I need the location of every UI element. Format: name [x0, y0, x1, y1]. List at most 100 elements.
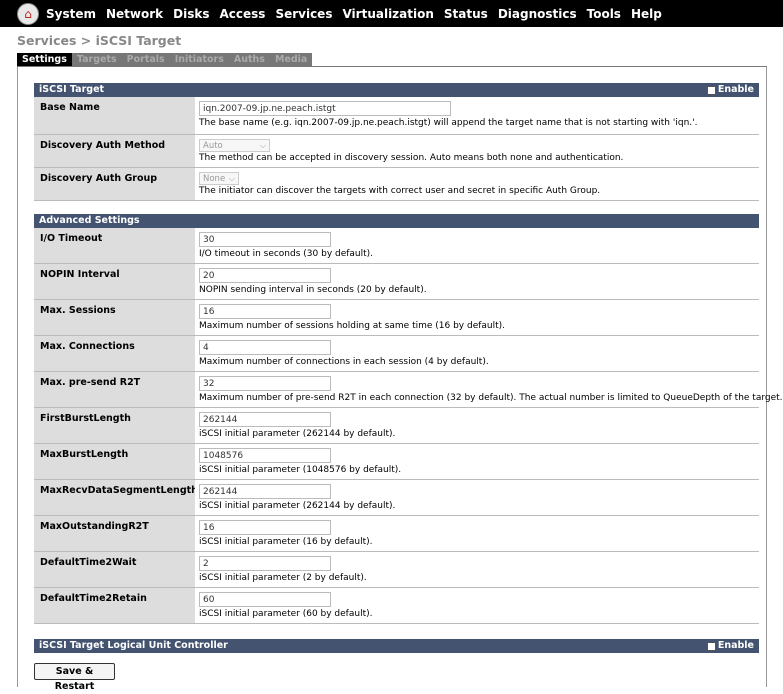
field-description: iSCSI initial parameter (2 by default).: [199, 573, 367, 583]
discovery-auth-group-select[interactable]: None ⌵: [199, 172, 239, 185]
enable-toggle[interactable]: Enable: [706, 83, 754, 97]
field-value-cell: 2 iSCSI initial parameter (2 by default)…: [195, 552, 759, 587]
field-description: Maximum number of pre-send R2T in each c…: [199, 393, 783, 403]
tab-auths[interactable]: Auths: [229, 53, 270, 66]
base-name-input[interactable]: iqn.2007-09.jp.ne.peach.istgt: [199, 101, 451, 116]
section-title: iSCSI Target: [39, 84, 105, 95]
row-default-time2wait: DefaultTime2Wait 2 iSCSI initial paramet…: [34, 552, 759, 588]
row-base-name: Base Name iqn.2007-09.jp.ne.peach.istgt …: [34, 97, 759, 135]
row-max-recv-data-segment-length: MaxRecvDataSegmentLength 262144 iSCSI in…: [34, 480, 759, 516]
menu-system[interactable]: System: [46, 7, 96, 21]
checkbox-icon[interactable]: [706, 641, 716, 651]
field-description: The base name (e.g. iqn.2007-09.jp.ne.pe…: [199, 118, 698, 128]
field-label: DefaultTime2Retain: [34, 588, 195, 623]
menu-network[interactable]: Network: [106, 7, 163, 21]
enable-label: Enable: [717, 84, 754, 95]
field-label: Max. Sessions: [34, 300, 195, 335]
tab-targets[interactable]: Targets: [72, 53, 122, 66]
menu-diagnostics[interactable]: Diagnostics: [498, 7, 577, 21]
max-connections-input[interactable]: 4: [199, 340, 331, 355]
menu-access[interactable]: Access: [220, 7, 266, 21]
menu-services[interactable]: Services: [275, 7, 332, 21]
field-value-cell: 30 I/O timeout in seconds (30 by default…: [195, 228, 759, 263]
tab-media[interactable]: Media: [270, 53, 312, 66]
menu-tools[interactable]: Tools: [587, 7, 621, 21]
max-burst-length-input[interactable]: 1048576: [199, 448, 331, 463]
first-burst-length-input[interactable]: 262144: [199, 412, 331, 427]
nopin-interval-input[interactable]: 20: [199, 268, 331, 283]
field-label: I/O Timeout: [34, 228, 195, 263]
field-description: I/O timeout in seconds (30 by default).: [199, 249, 374, 259]
chevron-down-icon: ⌵: [228, 174, 235, 183]
row-io-timeout: I/O Timeout 30 I/O timeout in seconds (3…: [34, 228, 759, 264]
top-nav-bar: ⌂ System Network Disks Access Services V…: [0, 0, 783, 27]
section-header-lun-controller: iSCSI Target Logical Unit Controller Ena…: [34, 639, 759, 653]
row-max-sessions: Max. Sessions 16 Maximum number of sessi…: [34, 300, 759, 336]
field-value-cell: None ⌵ The initiator can discover the ta…: [195, 168, 759, 200]
discovery-auth-method-select[interactable]: Auto ⌵: [199, 139, 270, 152]
field-value-cell: 16 iSCSI initial parameter (16 by defaul…: [195, 516, 759, 551]
enable-toggle[interactable]: Enable: [706, 639, 754, 653]
field-label: Discovery Auth Method: [34, 135, 195, 167]
chevron-down-icon: ⌵: [259, 141, 266, 150]
section-header-advanced: Advanced Settings: [34, 214, 759, 228]
max-outstanding-r2t-input[interactable]: 16: [199, 520, 331, 535]
menu-status[interactable]: Status: [444, 7, 488, 21]
row-max-burst-length: MaxBurstLength 1048576 iSCSI initial par…: [34, 444, 759, 480]
field-label: MaxOutstandingR2T: [34, 516, 195, 551]
field-description: Maximum number of sessions holding at sa…: [199, 321, 506, 331]
field-label: MaxBurstLength: [34, 444, 195, 479]
row-first-burst-length: FirstBurstLength 262144 iSCSI initial pa…: [34, 408, 759, 444]
field-value-cell: iqn.2007-09.jp.ne.peach.istgt The base n…: [195, 97, 759, 134]
field-description: iSCSI initial parameter (262144 by defau…: [199, 501, 396, 511]
field-description: The method can be accepted in discovery …: [199, 153, 624, 163]
field-label: Discovery Auth Group: [34, 168, 195, 200]
row-nopin-interval: NOPIN Interval 20 NOPIN sending interval…: [34, 264, 759, 300]
field-value-cell: 60 iSCSI initial parameter (60 by defaul…: [195, 588, 759, 623]
field-label: Max. pre-send R2T: [34, 372, 195, 407]
enable-label: Enable: [717, 640, 754, 651]
field-description: iSCSI initial parameter (262144 by defau…: [199, 429, 396, 439]
field-value-cell: 16 Maximum number of sessions holding at…: [195, 300, 759, 335]
field-value-cell: 20 NOPIN sending interval in seconds (20…: [195, 264, 759, 299]
tab-settings[interactable]: Settings: [17, 53, 72, 66]
checkbox-icon[interactable]: [706, 85, 716, 95]
logo-icon[interactable]: ⌂: [17, 2, 39, 25]
io-timeout-input[interactable]: 30: [199, 232, 331, 247]
field-value-cell: 4 Maximum number of connections in each …: [195, 336, 759, 371]
field-value-cell: 262144 iSCSI initial parameter (262144 b…: [195, 480, 759, 515]
field-label: FirstBurstLength: [34, 408, 195, 443]
field-description: NOPIN sending interval in seconds (20 by…: [199, 285, 427, 295]
field-description: iSCSI initial parameter (16 by default).: [199, 537, 373, 547]
field-label: DefaultTime2Wait: [34, 552, 195, 587]
settings-panel: iSCSI Target Enable Base Name iqn.2007-0…: [17, 67, 783, 692]
row-max-outstanding-r2t: MaxOutstandingR2T 16 iSCSI initial param…: [34, 516, 759, 552]
field-label: MaxRecvDataSegmentLength: [34, 480, 198, 515]
max-sessions-input[interactable]: 16: [199, 304, 331, 319]
field-label: NOPIN Interval: [34, 264, 195, 299]
field-description: iSCSI initial parameter (60 by default).: [199, 609, 373, 619]
field-value-cell: 32 Maximum number of pre-send R2T in eac…: [195, 372, 783, 407]
max-recv-data-segment-length-input[interactable]: 262144: [199, 484, 331, 499]
field-label: Base Name: [34, 97, 195, 134]
section-title: iSCSI Target Logical Unit Controller: [39, 640, 228, 651]
max-presend-r2t-input[interactable]: 32: [199, 376, 331, 391]
field-label: Max. Connections: [34, 336, 195, 371]
row-default-time2retain: DefaultTime2Retain 60 iSCSI initial para…: [34, 588, 759, 624]
row-discovery-auth-method: Discovery Auth Method Auto ⌵ The method …: [34, 135, 759, 168]
section-title: Advanced Settings: [39, 215, 140, 226]
field-value-cell: 1048576 iSCSI initial parameter (1048576…: [195, 444, 759, 479]
menu-help[interactable]: Help: [631, 7, 662, 21]
default-time2wait-input[interactable]: 2: [199, 556, 331, 571]
default-time2retain-input[interactable]: 60: [199, 592, 331, 607]
tab-initiators[interactable]: Initiators: [170, 53, 229, 66]
tab-bar: Settings Targets Portals Initiators Auth…: [17, 53, 313, 66]
menu-disks[interactable]: Disks: [173, 7, 209, 21]
field-description: Maximum number of connections in each se…: [199, 357, 489, 367]
page-title: Services > iSCSI Target: [17, 33, 182, 48]
row-max-presend-r2t: Max. pre-send R2T 32 Maximum number of p…: [34, 372, 783, 408]
menu-virtualization[interactable]: Virtualization: [342, 7, 433, 21]
select-value: None: [203, 174, 226, 184]
tab-portals[interactable]: Portals: [122, 53, 170, 66]
save-restart-button[interactable]: Save & Restart: [34, 663, 115, 692]
